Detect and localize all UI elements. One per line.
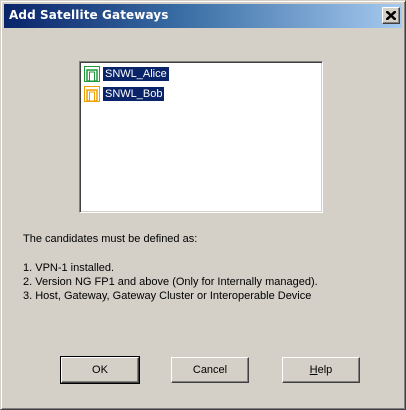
close-icon	[386, 11, 396, 20]
list-item[interactable]: SNWL_Alice	[84, 66, 169, 82]
ok-button-label: OK	[92, 364, 108, 376]
help-button-label: elp	[317, 364, 333, 376]
help-button-mnemonic: H	[309, 364, 318, 376]
ok-button[interactable]: OK	[60, 356, 140, 384]
help-button[interactable]: Help	[282, 357, 360, 383]
cancel-button[interactable]: Cancel	[171, 357, 249, 383]
gateway-listbox[interactable]: SNWL_Alice SNWL_Bob	[79, 61, 323, 213]
list-item-label: SNWL_Bob	[103, 87, 165, 101]
requirement-line-3: 3. Host, Gateway, Gateway Cluster or Int…	[23, 290, 312, 302]
gateway-icon	[84, 86, 100, 102]
list-item[interactable]: SNWL_Bob	[84, 86, 165, 102]
add-satellite-gateways-dialog: Add Satellite Gateways SNWL_Alice SNWL_B…	[0, 0, 406, 410]
candidates-intro-text: The candidates must be defined as:	[23, 233, 198, 245]
list-item-label: SNWL_Alice	[103, 67, 169, 81]
requirement-line-1: 1. VPN-1 installed.	[23, 262, 115, 274]
window-title: Add Satellite Gateways	[9, 8, 169, 22]
title-bar[interactable]: Add Satellite Gateways	[4, 4, 402, 28]
close-button[interactable]	[382, 7, 400, 24]
requirement-line-2: 2. Version NG FP1 and above (Only for In…	[23, 276, 318, 288]
cancel-button-label: Cancel	[192, 364, 228, 376]
gateway-icon	[84, 66, 100, 82]
